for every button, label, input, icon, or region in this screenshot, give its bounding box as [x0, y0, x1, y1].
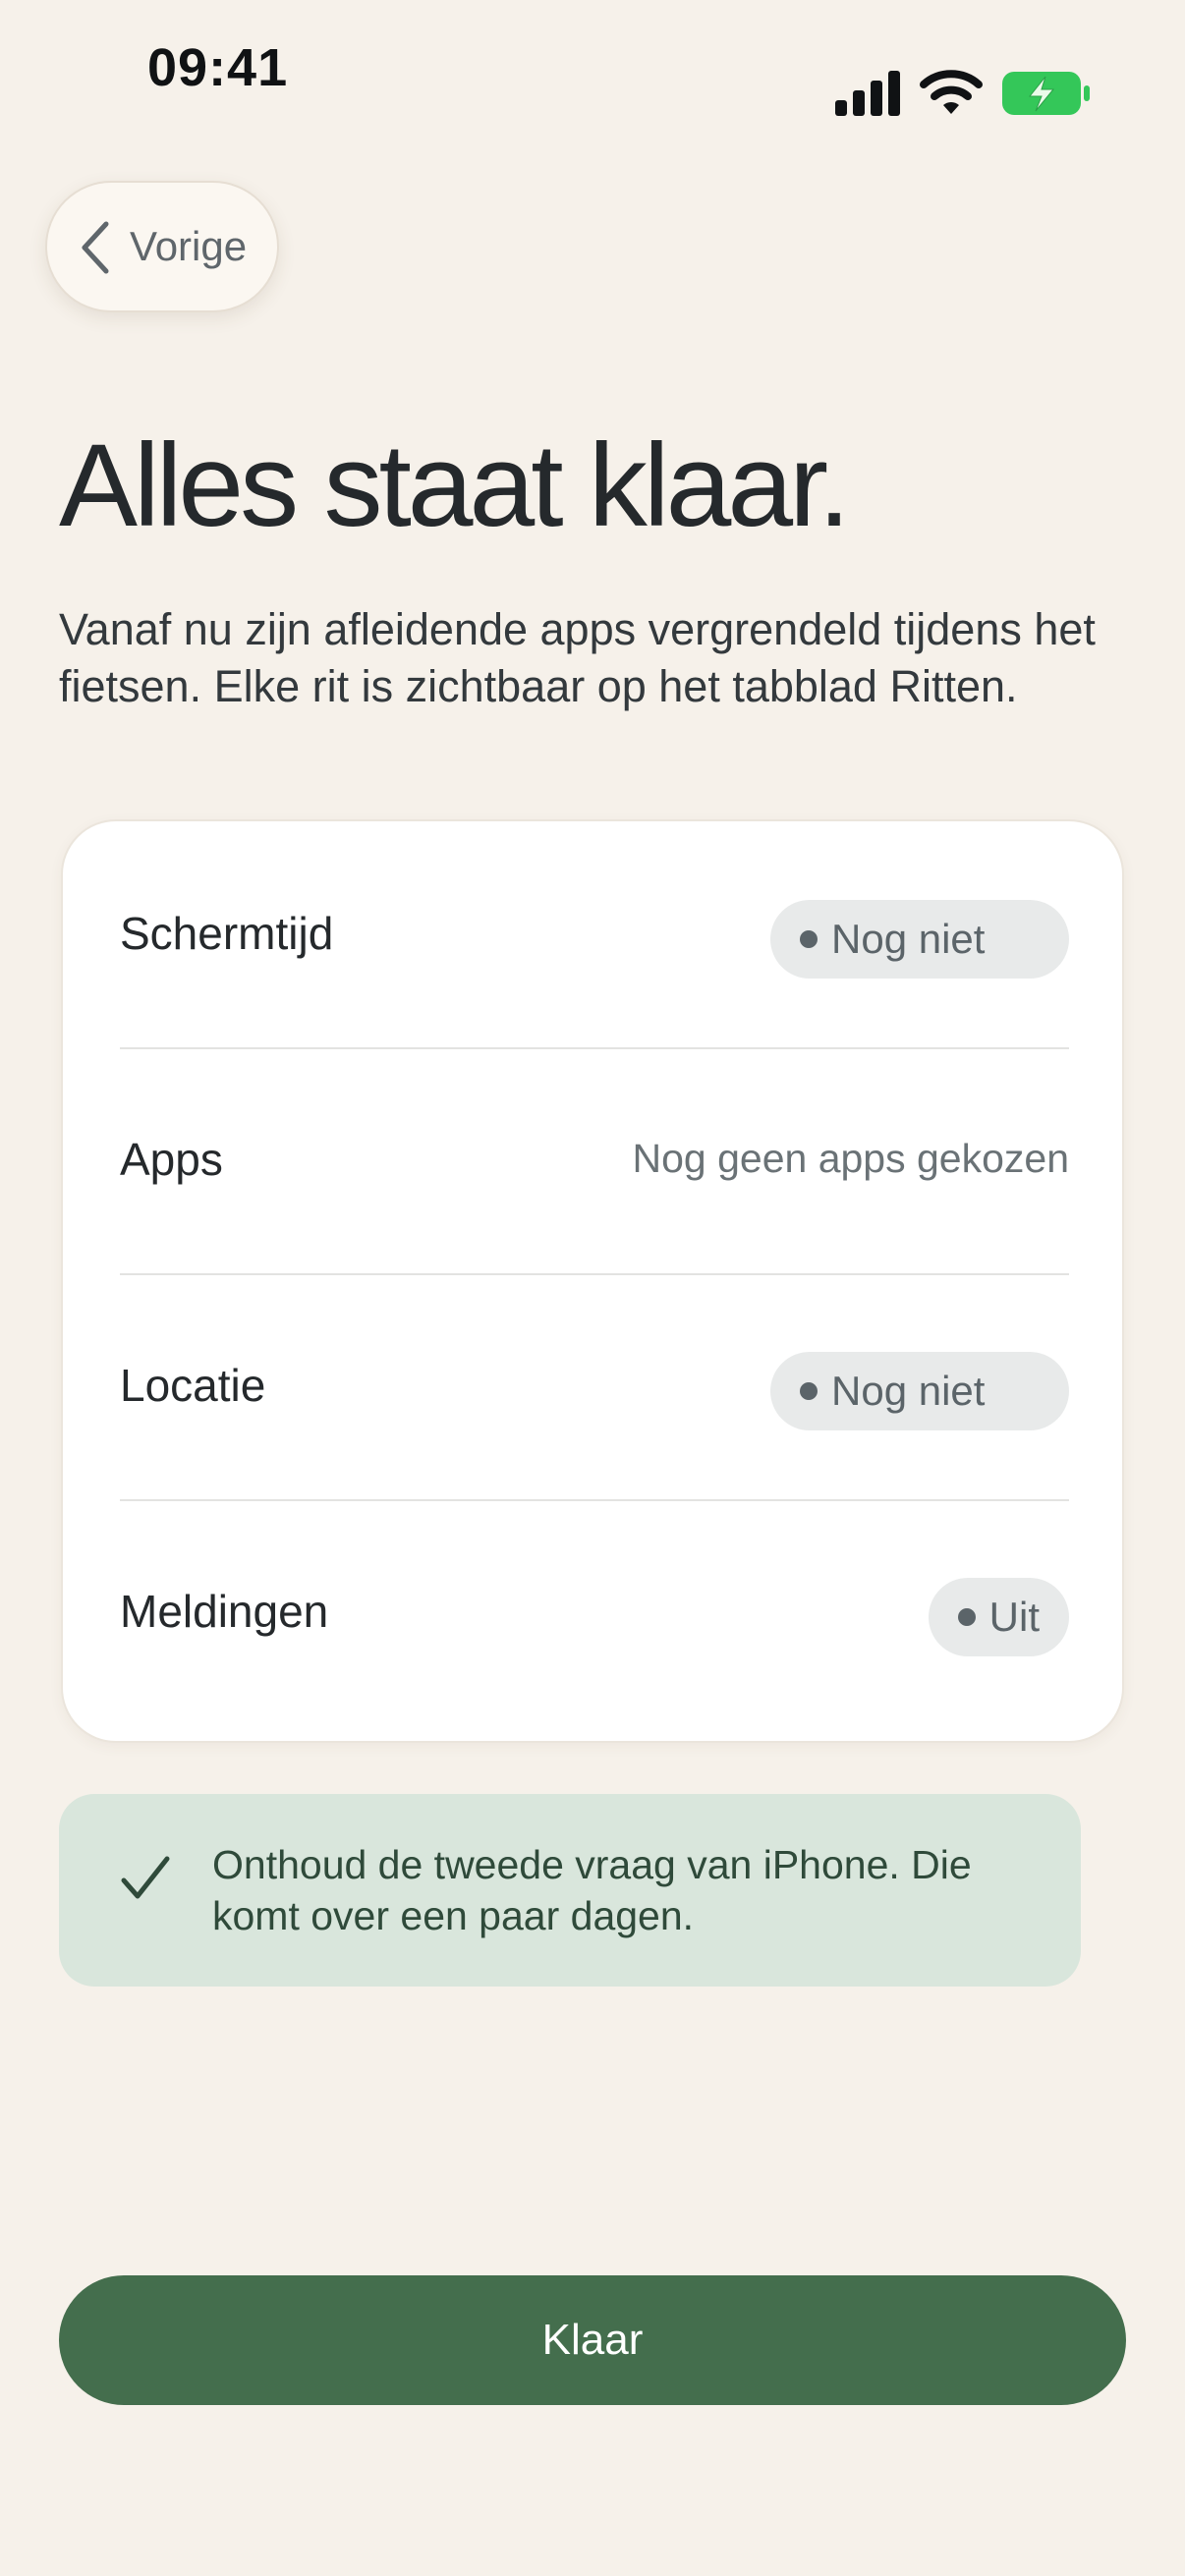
page-title: Alles staat klaar.	[59, 420, 851, 551]
status-badge-label: Nog niet	[831, 916, 986, 962]
done-button[interactable]: Klaar	[59, 2275, 1126, 2405]
checkmark-icon	[120, 1853, 171, 1909]
back-button[interactable]: Vorige	[45, 181, 279, 312]
row-label: Locatie	[120, 1360, 266, 1411]
battery-charging-icon	[1002, 72, 1091, 120]
row-label: Apps	[120, 1134, 223, 1185]
status-badge: Uit	[928, 1578, 1069, 1656]
status-dot-icon	[800, 1382, 818, 1400]
info-banner: Onthoud de tweede vraag van iPhone. Die …	[59, 1794, 1081, 1987]
cellular-signal-icon	[835, 71, 900, 121]
status-time: 09:41	[147, 38, 289, 97]
info-text: Onthoud de tweede vraag van iPhone. Die …	[212, 1842, 972, 1938]
chevron-left-icon	[77, 220, 112, 280]
status-badge-label: Nog niet	[831, 1368, 986, 1414]
status-icons	[835, 69, 1091, 120]
row-label: Meldingen	[120, 1586, 329, 1637]
page-intro: Vanaf nu zijn afleidende apps vergrendel…	[59, 604, 1096, 711]
row-meldingen[interactable]: Meldingen Uit	[120, 1499, 1069, 1725]
status-bar: 09:41	[0, 0, 1185, 147]
row-value: Nog geen apps gekozen	[632, 1136, 1069, 1181]
row-apps[interactable]: Apps Nog geen apps gekozen	[120, 1047, 1069, 1273]
status-dot-icon	[957, 1608, 976, 1626]
row-schermtijd[interactable]: Schermtijd Nog niet	[120, 821, 1069, 1047]
wifi-icon	[920, 69, 983, 121]
status-dot-icon	[800, 930, 818, 948]
row-label: Schermtijd	[120, 908, 334, 959]
status-badge: Nog niet	[770, 900, 1069, 979]
status-card: Schermtijd Nog niet Apps Nog geen apps g…	[61, 819, 1124, 1743]
status-badge-label: Uit	[988, 1594, 1040, 1640]
status-badge: Nog niet	[770, 1352, 1069, 1430]
back-button-label: Vorige	[130, 223, 248, 269]
row-locatie[interactable]: Locatie Nog niet	[120, 1273, 1069, 1499]
